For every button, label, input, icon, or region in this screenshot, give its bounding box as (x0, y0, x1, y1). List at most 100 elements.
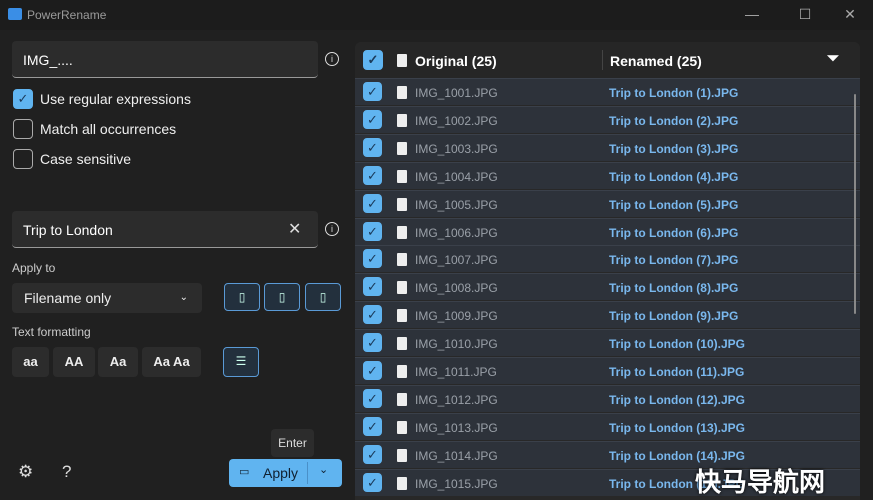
row-checkbox[interactable]: ✓ (363, 388, 382, 408)
minimize-button[interactable]: — (742, 6, 762, 22)
row-checkbox[interactable]: ✓ (363, 472, 382, 492)
row-checkbox[interactable]: ✓ (363, 444, 382, 464)
renamed-name: Trip to London (5).JPG (609, 197, 739, 212)
file-icon (397, 86, 407, 99)
renamed-name: Trip to London (8).JPG (609, 281, 739, 296)
text-formatting-label: Text formatting (12, 325, 91, 339)
row-checkbox[interactable]: ✓ (363, 249, 382, 269)
settings-icon[interactable]: ⚙ (18, 462, 33, 482)
titlecase-button[interactable]: Aa (98, 347, 138, 377)
file-icon (397, 392, 407, 406)
file-row[interactable]: ✓ IMG_1002.JPG Trip to London (2).JPG (355, 105, 860, 133)
row-checkbox[interactable]: ✓ (363, 305, 382, 325)
file-row[interactable]: ✓ IMG_1011.JPG Trip to London (11).JPG (355, 357, 860, 384)
file-icon (397, 281, 407, 295)
select-all-checkbox[interactable]: ✓ (363, 50, 383, 70)
close-button[interactable]: ✕ (840, 6, 860, 23)
file-row[interactable]: ✓ IMG_1009.JPG Trip to London (9).JPG (355, 301, 860, 329)
apply-dropdown-chevron-icon[interactable]: ⌄ (319, 463, 328, 476)
renamed-name: Trip to London (7).JPG (609, 253, 739, 268)
help-button[interactable]: ? (62, 462, 71, 482)
regex-label: Use regular expressions (40, 91, 191, 107)
file-icon (397, 54, 407, 67)
include-files-toggle[interactable]: ▯ (224, 283, 260, 311)
renamed-name: Trip to London (10).JPG (609, 337, 745, 352)
file-icon (397, 253, 407, 267)
file-icon (397, 141, 407, 155)
original-header[interactable]: Original (25) (415, 53, 497, 69)
filter-icon[interactable]: ⏷ (827, 50, 839, 67)
row-checkbox[interactable]: ✓ (363, 193, 382, 213)
file-icon (397, 309, 407, 323)
row-checkbox[interactable]: ✓ (363, 416, 382, 436)
replace-input[interactable]: Trip to London (12, 211, 318, 248)
match-all-checkbox[interactable] (13, 119, 33, 139)
file-row[interactable]: ✓ IMG_1007.JPG Trip to London (7).JPG (355, 245, 860, 273)
file-row[interactable]: ✓ IMG_1012.JPG Trip to London (12).JPG (355, 384, 860, 412)
file-row[interactable]: ✓ IMG_1003.JPG Trip to London (3).JPG (355, 133, 860, 161)
original-name: IMG_1014.JPG (415, 448, 498, 463)
search-info-icon[interactable]: i (325, 52, 339, 66)
row-checkbox[interactable]: ✓ (363, 82, 382, 101)
scrollbar[interactable] (854, 94, 856, 314)
file-list: ✓ Original (25) Renamed (25) ⏷ ✓ IMG_1001… (355, 42, 860, 500)
apply-button[interactable]: ▭ Apply ⌄ (229, 459, 342, 487)
renamed-name: Trip to London (13).JPG (609, 420, 745, 435)
row-checkbox[interactable]: ✓ (363, 165, 382, 185)
file-icon (397, 420, 407, 434)
include-folders-toggle[interactable]: ▯ (264, 283, 300, 311)
row-checkbox[interactable]: ✓ (363, 109, 382, 129)
row-checkbox[interactable]: ✓ (363, 221, 382, 241)
renamed-header[interactable]: Renamed (25) (610, 53, 702, 69)
original-name: IMG_1001.JPG (415, 86, 498, 100)
replace-info-icon[interactable]: i (325, 222, 339, 236)
search-input[interactable]: IMG_.... (12, 41, 318, 78)
row-checkbox[interactable]: ✓ (363, 333, 382, 353)
maximize-button[interactable]: ☐ (795, 6, 815, 23)
row-checkbox[interactable]: ✓ (363, 137, 382, 157)
uppercase-button[interactable]: AA (53, 347, 95, 377)
renamed-name: Trip to London (9).JPG (609, 309, 739, 324)
original-name: IMG_1011.JPG (415, 365, 497, 379)
apply-to-label: Apply to (12, 261, 56, 275)
list-header: ✓ Original (25) Renamed (25) ⏷ (355, 42, 860, 78)
clear-icon[interactable]: ✕ (288, 219, 301, 239)
file-row[interactable]: ✓ IMG_1006.JPG Trip to London (6).JPG (355, 217, 860, 245)
original-name: IMG_1005.JPG (415, 197, 498, 212)
renamed-name: Trip to London (12).JPG (609, 392, 745, 407)
app-icon (8, 8, 22, 20)
original-name: IMG_1010.JPG (415, 337, 498, 352)
capitalize-button[interactable]: Aa Aa (142, 347, 201, 377)
lowercase-button[interactable]: aa (12, 347, 49, 377)
case-sensitive-checkbox[interactable] (13, 149, 33, 169)
renamed-name: Trip to London (14).JPG (609, 448, 745, 463)
renamed-name: Trip to London (3).JPG (609, 141, 739, 156)
file-row[interactable]: ✓ IMG_1004.JPG Trip to London (4).JPG (355, 161, 860, 189)
renamed-name: Trip to London (2).JPG (609, 113, 739, 128)
title-bar: PowerRename — ☐ ✕ (0, 0, 873, 30)
file-row[interactable]: ✓ IMG_1001.JPG Trip to London (1).JPG (355, 78, 860, 105)
case-sensitive-label: Case sensitive (40, 151, 132, 167)
rename-icon: ▭ (239, 466, 250, 478)
file-icon (397, 169, 407, 183)
enumerate-toggle[interactable]: ☰ (223, 347, 259, 377)
row-checkbox[interactable]: ✓ (363, 277, 382, 297)
watermark: 快马导航网 (695, 467, 826, 497)
file-row[interactable]: ✓ IMG_1013.JPG Trip to London (13).JPG (355, 412, 860, 440)
file-row[interactable]: ✓ IMG_1005.JPG Trip to London (5).JPG (355, 189, 860, 217)
apply-label: Apply (263, 465, 299, 481)
regex-checkbox[interactable]: ✓ (13, 89, 33, 109)
original-name: IMG_1009.JPG (415, 309, 498, 324)
file-row[interactable]: ✓ IMG_1010.JPG Trip to London (10).JPG (355, 329, 860, 357)
tooltip: Enter (271, 429, 314, 457)
file-icon (397, 225, 407, 239)
file-icon (397, 197, 407, 211)
original-name: IMG_1015.JPG (415, 476, 498, 491)
apply-to-dropdown[interactable]: Filename only ⌄ (12, 283, 202, 313)
row-checkbox[interactable]: ✓ (363, 361, 382, 380)
renamed-name: Trip to London (6).JPG (609, 225, 739, 240)
original-name: IMG_1004.JPG (415, 169, 498, 184)
file-row[interactable]: ✓ IMG_1008.JPG Trip to London (8).JPG (355, 273, 860, 301)
include-subfolders-toggle[interactable]: ▯ (305, 283, 341, 311)
window-title: PowerRename (27, 8, 107, 22)
